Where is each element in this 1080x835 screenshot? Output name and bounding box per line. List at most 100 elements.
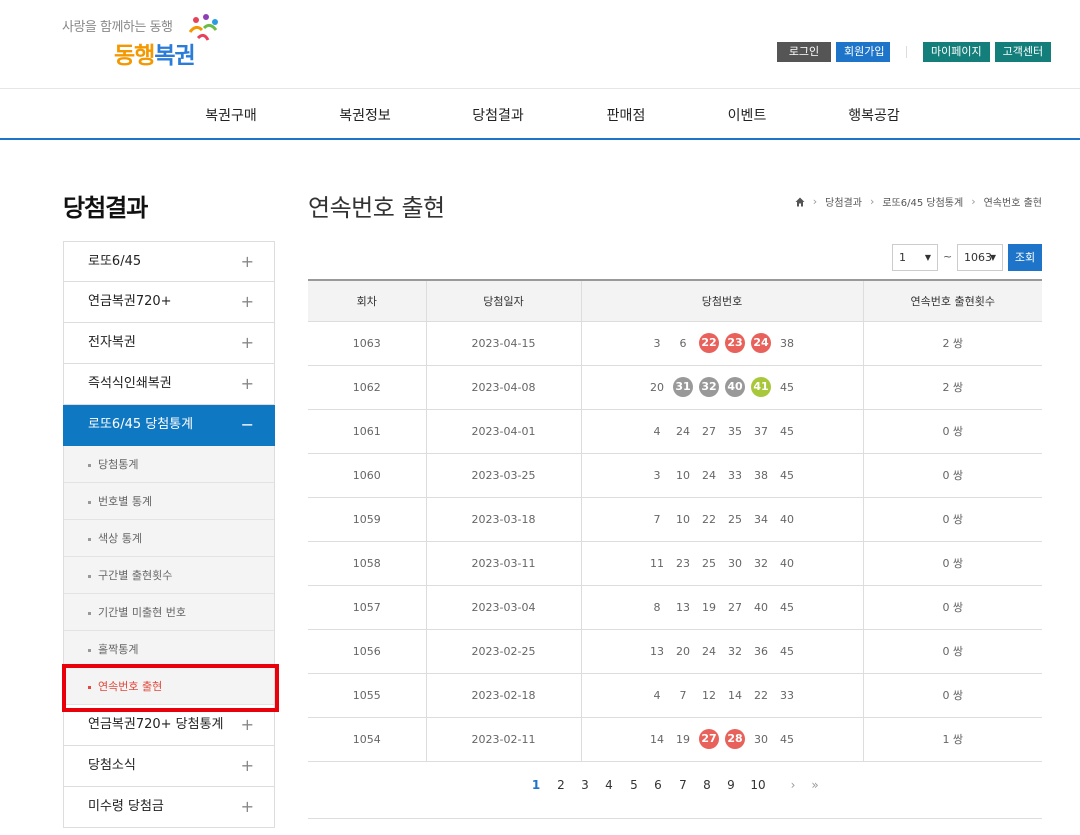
number: 45 [780,424,794,438]
login-button[interactable]: 로그인 [777,42,831,62]
page-title: 연속번호 출현 [308,194,445,222]
breadcrumb: › 당첨결과 › 로또6/45 당첨통계 › 연속번호 출현 [795,194,1042,209]
number: 33 [780,688,794,702]
number-ball: 23 [725,333,745,353]
expand-icon: + [240,715,254,734]
number: 37 [754,424,768,438]
cell-round: 1058 [308,541,426,586]
mypage-button[interactable]: 마이페이지 [923,42,990,62]
gnb-results[interactable]: 당첨결과 [472,105,524,125]
expand-icon: + [240,797,254,816]
home-icon[interactable] [795,197,805,207]
number: 10 [676,512,690,526]
table-row: 1058 2023-03-11 11 23 25 30 32 40 0 쌍 [308,541,1042,586]
col-numbers: 당첨번호 [580,279,863,322]
number-ball: 27 [699,729,719,749]
collapse-icon: − [240,415,254,434]
site-logo[interactable]: 사랑을 함께하는 동행 동행복권 [62,14,232,70]
submenu-item-win-stats[interactable]: 당첨통계 [64,446,274,483]
sidebar-item-pension720[interactable]: 연금복권720+ + [63,282,275,323]
bullet-icon [88,648,91,652]
sidebar-menu: 로또6/45 + 연금복권720+ + 전자복권 + 즉석식인쇄복권 + 로또6/45 … [63,241,275,828]
number: 14 [728,688,742,702]
submenu-item-odd-even[interactable]: 홀짝통계 [64,631,274,668]
gnb-info[interactable]: 복권정보 [339,105,391,125]
number: 32 [728,644,742,658]
round-to-select[interactable]: 1063 ▼ [957,244,1003,271]
submenu-item-number-stats[interactable]: 번호별 통계 [64,483,274,520]
cell-round: 1056 [308,629,426,674]
cell-date: 2023-03-25 [425,453,581,498]
number: 34 [754,512,768,526]
signup-button[interactable]: 회원가입 [836,42,890,62]
gnb-stores[interactable]: 판매점 [607,105,646,125]
expand-icon: + [240,756,254,775]
page-link[interactable]: 7 [679,778,687,792]
number: 40 [780,556,794,570]
number: 7 [653,512,661,526]
expand-icon: + [240,292,254,311]
breadcrumb-item[interactable]: 당첨결과 [825,194,862,209]
sidebar-item-unclaimed[interactable]: 미수령 당첨금 + [63,787,275,828]
round-from-select[interactable]: 1 ▼ [892,244,938,271]
number: 19 [702,600,716,614]
page-link[interactable]: 2 [557,778,565,792]
page-link[interactable]: 9 [727,778,735,792]
bullet-icon [88,685,91,689]
number-ball: 32 [699,377,719,397]
page-link[interactable]: 8 [703,778,711,792]
submenu-item-range-stats[interactable]: 구간별 출현횟수 [64,557,274,594]
cell-round: 1061 [308,409,426,454]
number: 3 [653,468,661,482]
expand-icon: + [240,374,254,393]
cell-numbers: 13 20 24 32 36 45 [580,629,863,674]
page-link[interactable]: 4 [605,778,613,792]
search-button[interactable]: 조회 [1008,244,1042,271]
number: 40 [780,512,794,526]
col-round: 회차 [308,279,426,322]
number-ball: 41 [751,377,771,397]
number: 30 [754,732,768,746]
gnb-buy[interactable]: 복권구매 [205,105,257,125]
table-row: 1062 2023-04-08 20 31 32 40 41 45 2 쌍 [308,365,1042,410]
page-link[interactable]: 3 [581,778,589,792]
sidebar-item-e-lottery[interactable]: 전자복권 + [63,323,275,364]
sidebar-item-instant[interactable]: 즉석식인쇄복권 + [63,364,275,405]
breadcrumb-item[interactable]: 로또6/45 당첨통계 [882,194,963,209]
number: 24 [702,644,716,658]
page-link[interactable]: 10 [750,778,765,792]
page-link[interactable]: 1 [532,778,540,792]
cell-count: 2 쌍 [862,321,1042,366]
page-link[interactable]: 6 [654,778,662,792]
page-link[interactable]: 5 [630,778,638,792]
col-consecutive-count: 연속번호 출현횟수 [862,279,1042,322]
next-page-icon[interactable]: › [791,778,796,792]
cell-date: 2023-04-15 [425,321,581,366]
cell-numbers: 14 19 27 28 30 45 [580,717,863,762]
gnb-happiness[interactable]: 행복공감 [848,105,900,125]
submenu-item-consecutive[interactable]: 연속번호 출현 [64,668,274,705]
submenu-item-color-stats[interactable]: 색상 통계 [64,520,274,557]
sidebar-item-lotto-stats[interactable]: 로또6/45 당첨통계 − [63,405,275,446]
cell-round: 1059 [308,497,426,542]
customer-center-button[interactable]: 고객센터 [994,42,1052,62]
number: 36 [754,644,768,658]
chevron-right-icon: › [869,195,875,208]
gnb-events[interactable]: 이벤트 [728,105,767,125]
bullet-icon [88,574,91,578]
last-page-icon[interactable]: » [811,778,818,792]
table-row: 1063 2023-04-15 3 6 22 23 24 38 2 쌍 [308,321,1042,366]
cell-date: 2023-03-04 [425,585,581,630]
number: 19 [676,732,690,746]
sidebar-item-win-news[interactable]: 당첨소식 + [63,746,275,787]
cell-round: 1055 [308,673,426,718]
cell-numbers: 20 31 32 40 41 45 [580,365,863,410]
number: 20 [650,380,664,394]
cell-count: 0 쌍 [862,541,1042,586]
sidebar-item-pension-stats[interactable]: 연금복권720+ 당첨통계 + [63,705,275,746]
cell-count: 0 쌍 [862,497,1042,542]
submenu-item-missing-numbers[interactable]: 기간별 미출현 번호 [64,594,274,631]
number-ball: 24 [751,333,771,353]
section-title: 당첨결과 [63,194,148,222]
sidebar-item-lotto645[interactable]: 로또6/45 + [63,241,275,282]
